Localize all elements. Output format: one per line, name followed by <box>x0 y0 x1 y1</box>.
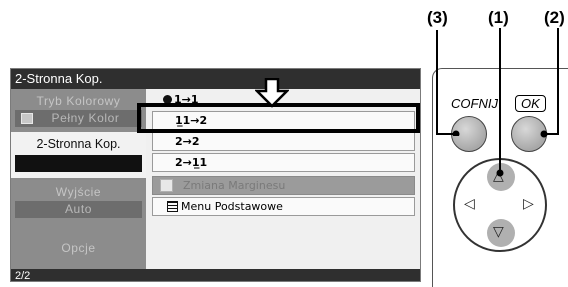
callout-1: (1) <box>488 8 509 27</box>
down-arrow-icon: ▽ <box>493 224 504 240</box>
callout-1-line <box>496 28 504 177</box>
left-arrow-icon[interactable]: ◁ <box>464 196 475 212</box>
duplex-label: 2-Stronna Kop. <box>36 137 121 151</box>
option-margin-shift: Zmiana Marginesu <box>152 176 415 195</box>
settings-sidebar: Tryb Kolorowy Pełny Kolor 2-Stronna Kop.… <box>11 89 146 269</box>
right-arrow-icon[interactable]: ▷ <box>523 196 534 212</box>
checkbox-icon <box>160 179 173 192</box>
options-label[interactable]: Opcje <box>11 241 146 255</box>
color-mode-value[interactable]: Pełny Kolor <box>15 110 142 127</box>
color-swatch-icon <box>21 113 33 124</box>
option-2-to-2[interactable]: 2→2 <box>152 132 415 151</box>
callout-2-line <box>540 28 559 138</box>
screen-title: 2-Stronna Kop. <box>11 69 146 89</box>
pointer-arrow-icon <box>255 78 289 108</box>
color-mode-label: Tryb Kolorowy <box>36 94 121 108</box>
touch-panel-screen: 2-Stronna Kop. Tryb Kolorowy Pełny Kolor… <box>10 68 421 282</box>
callout-3-leader <box>436 30 438 52</box>
callout-3: (3) <box>427 8 448 27</box>
page-indicator: 2/2 <box>11 269 146 281</box>
output-label: Wyjście <box>55 185 102 199</box>
output-value[interactable]: Auto <box>15 201 142 218</box>
callout-2: (2) <box>544 8 565 27</box>
footer-bar <box>146 269 420 281</box>
option-basic-menu[interactable]: Menu Podstawowe <box>152 197 415 216</box>
option-2-to-1[interactable]: 2→1̲1 <box>152 153 415 172</box>
callout-3-line <box>436 50 460 136</box>
menu-list-icon <box>167 201 178 212</box>
duplex-value[interactable] <box>15 155 142 172</box>
